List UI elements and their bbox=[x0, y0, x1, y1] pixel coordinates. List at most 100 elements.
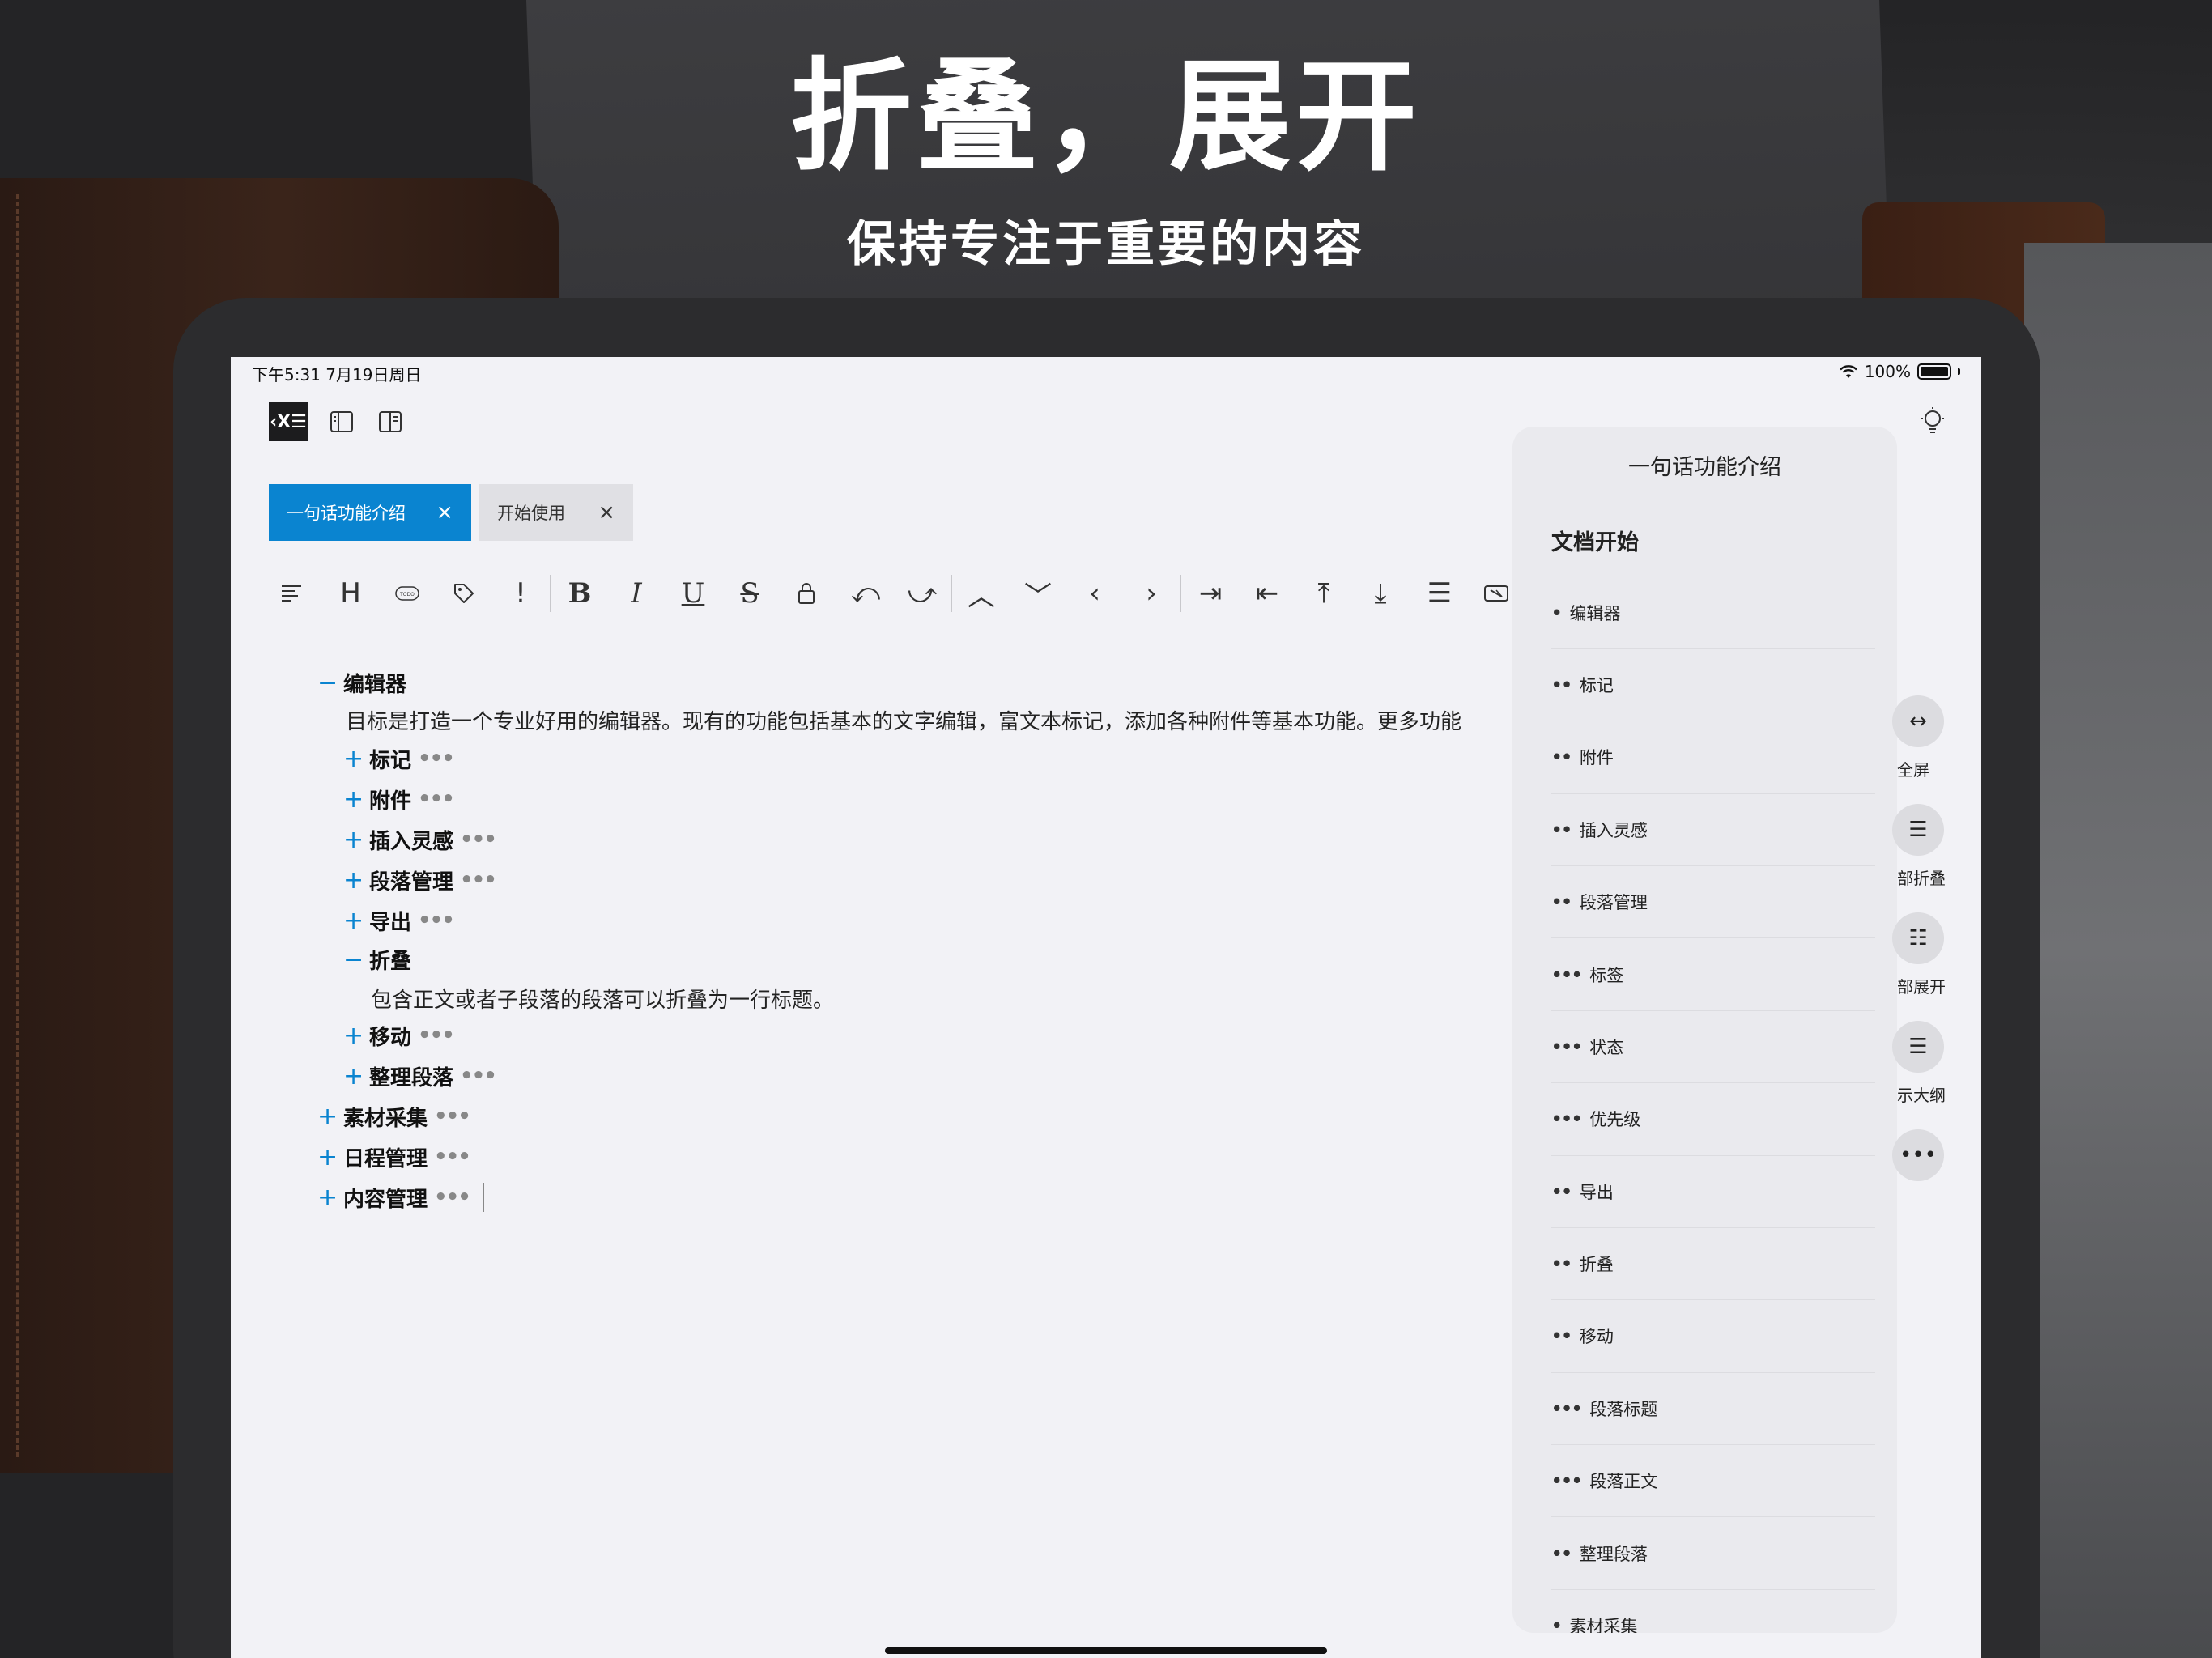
collapsed-indicator: ••• bbox=[460, 868, 497, 892]
outline-item[interactable]: ••• 段落标题 bbox=[1551, 1373, 1875, 1446]
tab-label: 一句话功能介绍 bbox=[287, 504, 406, 523]
tab-label: 开始使用 bbox=[497, 504, 565, 523]
paragraph-title: 素材采集 bbox=[343, 1106, 428, 1131]
expand-toggle[interactable]: + bbox=[343, 907, 369, 935]
outline-level: •• bbox=[1551, 1254, 1572, 1274]
outline-item[interactable]: •• 插入灵感 bbox=[1551, 794, 1875, 866]
collapse-all-icon: ☰ bbox=[1908, 818, 1928, 842]
priority-button[interactable]: ! bbox=[492, 569, 549, 618]
outline-item[interactable]: • 素材采集 bbox=[1551, 1590, 1875, 1633]
lightbulb-icon[interactable] bbox=[1916, 406, 1949, 438]
expand-toggle[interactable]: + bbox=[343, 866, 369, 895]
more-button[interactable]: ••• bbox=[1892, 1129, 1944, 1181]
outline-item[interactable]: ••• 优先级 bbox=[1551, 1083, 1875, 1156]
move-to-bottom-button[interactable]: ⤓ bbox=[1352, 569, 1409, 618]
expand-toggle[interactable]: + bbox=[317, 1103, 343, 1131]
tab-getting-started[interactable]: 开始使用 × bbox=[479, 484, 633, 541]
paragraph-title: 插入灵感 bbox=[369, 829, 454, 854]
outline-item[interactable]: •• 导出 bbox=[1551, 1156, 1875, 1228]
list-item[interactable]: + 导出 ••• bbox=[343, 903, 455, 938]
outline-list-icon: ☰ bbox=[1908, 1035, 1928, 1059]
expand-toggle[interactable]: + bbox=[317, 1184, 343, 1212]
todo-text: TODO bbox=[399, 592, 415, 597]
list-item[interactable]: + 移动 ••• bbox=[343, 1018, 455, 1053]
redo-button[interactable]: ⤻ bbox=[894, 569, 951, 618]
expand-toggle[interactable]: + bbox=[343, 1022, 369, 1050]
right-sidebar-toggle-icon[interactable] bbox=[376, 407, 405, 436]
paragraph-style-icon[interactable] bbox=[263, 569, 320, 618]
outline-item[interactable]: •• 附件 bbox=[1551, 721, 1875, 794]
outline-item[interactable]: •• 段落管理 bbox=[1551, 866, 1875, 939]
tab-intro[interactable]: 一句话功能介绍 × bbox=[269, 484, 471, 541]
outline-item[interactable]: ••• 段落正文 bbox=[1551, 1445, 1875, 1518]
battery-icon bbox=[1917, 363, 1951, 380]
tag-icon[interactable] bbox=[436, 569, 492, 618]
underline-button[interactable]: U bbox=[665, 569, 721, 618]
strikethrough-button[interactable]: S bbox=[721, 569, 778, 618]
outline-item[interactable]: •• 标记 bbox=[1551, 649, 1875, 722]
expand-toggle[interactable]: + bbox=[343, 826, 369, 854]
fullscreen-button[interactable]: ↔ bbox=[1892, 695, 1944, 747]
move-to-top-button[interactable]: ⤒ bbox=[1295, 569, 1352, 618]
list-item[interactable]: + 插入灵感 ••• bbox=[343, 822, 497, 857]
list-item[interactable]: + 整理段落 ••• bbox=[343, 1058, 497, 1094]
outline-item[interactable]: 文档开始 bbox=[1551, 504, 1875, 577]
outline-label: 优先级 bbox=[1589, 1110, 1641, 1130]
list-item[interactable]: + 附件 ••• bbox=[343, 781, 455, 817]
editor-content[interactable]: − 编辑器 目标是打造一个专业好用的编辑器。现有的功能包括基本的文字编辑，富文本… bbox=[231, 665, 1518, 1636]
collapse-toggle[interactable]: − bbox=[317, 669, 343, 697]
list-item[interactable]: + 素材采集 ••• bbox=[317, 1099, 471, 1134]
collapse-all-button[interactable]: ☰ bbox=[1892, 804, 1944, 856]
collapsed-indicator: ••• bbox=[418, 908, 455, 933]
outline-item[interactable]: •• 移动 bbox=[1551, 1300, 1875, 1373]
outdent-button[interactable]: ⇤ bbox=[1239, 569, 1295, 618]
wifi-icon bbox=[1839, 365, 1857, 378]
list-item[interactable]: − 编辑器 bbox=[317, 665, 406, 700]
list-item[interactable]: − 折叠 bbox=[343, 942, 411, 977]
collapsed-indicator: ••• bbox=[434, 1145, 471, 1169]
expand-all-button[interactable]: ☷ bbox=[1892, 912, 1944, 964]
outline-level: •• bbox=[1551, 747, 1572, 767]
lock-icon[interactable] bbox=[778, 569, 835, 618]
separator-button[interactable]: ☰ bbox=[1411, 569, 1468, 618]
italic-button[interactable]: I bbox=[608, 569, 665, 618]
status-right: 100% bbox=[1839, 362, 1960, 381]
todo-icon[interactable]: TODO bbox=[379, 569, 436, 618]
bold-button[interactable]: B bbox=[551, 569, 608, 618]
list-item[interactable]: + 标记 ••• bbox=[343, 741, 455, 776]
battery-cap bbox=[1958, 368, 1960, 375]
list-item[interactable]: + 内容管理 ••• bbox=[317, 1180, 484, 1215]
move-left-button[interactable]: ‹ bbox=[1066, 569, 1123, 618]
move-down-button[interactable]: ﹀ bbox=[1010, 569, 1066, 618]
outline-item[interactable]: •• 折叠 bbox=[1551, 1228, 1875, 1301]
toolbar-divider bbox=[550, 575, 551, 612]
heading-button[interactable]: H bbox=[322, 569, 379, 618]
show-outline-button[interactable]: ☰ bbox=[1892, 1021, 1944, 1073]
expand-toggle[interactable]: + bbox=[343, 1062, 369, 1090]
list-item[interactable]: + 段落管理 ••• bbox=[343, 862, 497, 898]
move-up-button[interactable]: ︿ bbox=[953, 569, 1010, 618]
close-icon[interactable]: × bbox=[598, 502, 615, 523]
left-sidebar-toggle-icon[interactable] bbox=[327, 407, 356, 436]
move-right-button[interactable]: › bbox=[1123, 569, 1180, 618]
background-cloth bbox=[2024, 243, 2212, 1658]
undo-button[interactable]: ⤺ bbox=[837, 569, 894, 618]
outline-item[interactable]: •• 整理段落 bbox=[1551, 1517, 1875, 1590]
close-icon[interactable]: × bbox=[436, 502, 453, 523]
outline-label: 状态 bbox=[1589, 1037, 1624, 1057]
indent-button[interactable]: ⇥ bbox=[1182, 569, 1239, 618]
outline-level: •• bbox=[1551, 674, 1572, 695]
top-toolbar: ‹X☰ bbox=[269, 402, 405, 441]
outline-item[interactable]: ••• 状态 bbox=[1551, 1011, 1875, 1084]
collapse-toggle[interactable]: − bbox=[343, 946, 369, 974]
outline-item[interactable]: ••• 标签 bbox=[1551, 938, 1875, 1011]
expand-toggle[interactable]: + bbox=[343, 785, 369, 814]
outline-item[interactable]: • 编辑器 bbox=[1551, 576, 1875, 649]
app-logo-button[interactable]: ‹X☰ bbox=[269, 402, 308, 441]
outline-label: 附件 bbox=[1579, 748, 1614, 768]
expand-toggle[interactable]: + bbox=[317, 1143, 343, 1171]
toolbar-divider bbox=[951, 575, 952, 612]
expand-toggle[interactable]: + bbox=[343, 745, 369, 773]
list-item[interactable]: + 日程管理 ••• bbox=[317, 1139, 471, 1175]
home-indicator[interactable] bbox=[885, 1647, 1327, 1654]
